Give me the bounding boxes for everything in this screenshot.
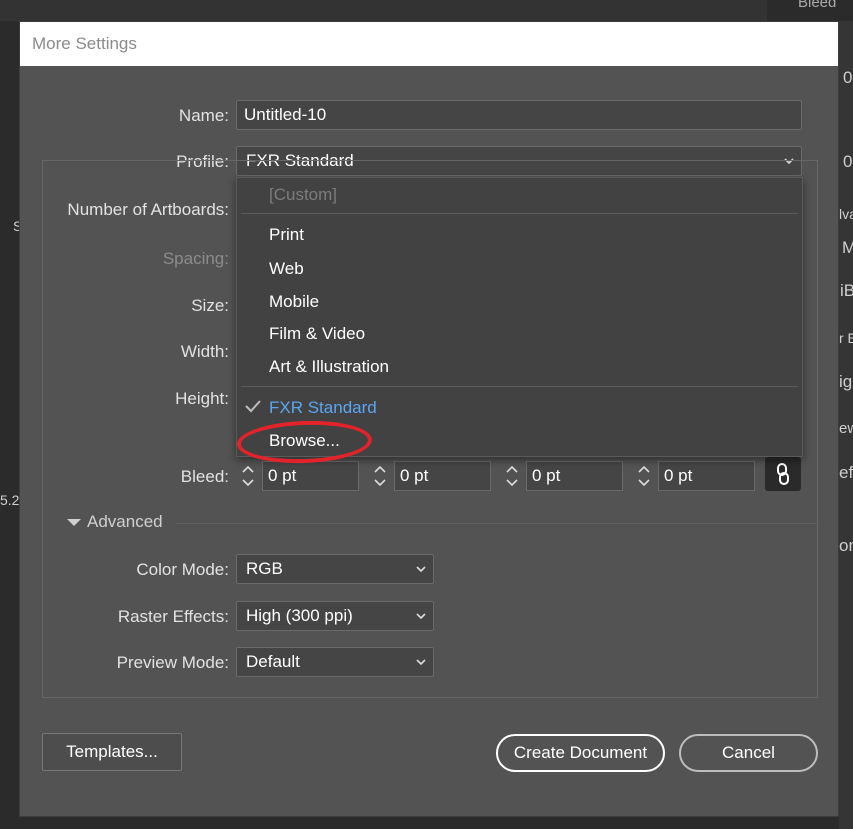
dialog-titlebar: More Settings xyxy=(20,22,838,66)
background-fragment: 0 xyxy=(843,68,853,87)
menu-separator xyxy=(241,386,798,387)
menu-item-print[interactable]: Print xyxy=(269,225,304,245)
preview-mode-select[interactable]: Default xyxy=(236,647,434,677)
artboards-label: Number of Artboards: xyxy=(67,200,229,219)
background-fragment: efa xyxy=(839,463,853,482)
spacing-label: Spacing: xyxy=(162,249,229,268)
templates-button[interactable]: Templates... xyxy=(42,733,182,771)
bleed-left-input[interactable]: 0 pt xyxy=(526,461,623,491)
background-fragment: igh xyxy=(839,372,853,391)
background-fragment: on xyxy=(839,536,853,555)
bleed-label: Bleed: xyxy=(180,467,229,486)
checkmark-icon xyxy=(245,399,261,413)
create-document-button[interactable]: Create Document xyxy=(496,734,665,772)
advanced-toggle[interactable]: Advanced xyxy=(67,512,163,532)
bleed-top-stepper[interactable] xyxy=(236,461,260,491)
link-bleed-button[interactable] xyxy=(765,457,801,491)
menu-item-film-video[interactable]: Film & Video xyxy=(269,324,365,344)
preview-mode-label: Preview Mode: xyxy=(116,653,229,672)
advanced-divider xyxy=(176,523,818,524)
color-mode-label: Color Mode: xyxy=(136,560,229,579)
more-settings-dialog: More Settings Name: Untitled-10 Profile:… xyxy=(19,21,839,817)
name-label: Name: xyxy=(178,106,229,125)
background-fragment: iB xyxy=(840,281,853,300)
color-mode-value: RGB xyxy=(246,559,283,578)
background-fragment: r E xyxy=(839,330,853,346)
menu-item-fxr-standard[interactable]: FXR Standard xyxy=(269,398,377,418)
raster-effects-value: High (300 ppi) xyxy=(246,606,353,625)
cancel-button[interactable]: Cancel xyxy=(679,734,818,772)
menu-item-mobile[interactable]: Mobile xyxy=(269,292,319,312)
triangle-down-icon xyxy=(67,512,81,532)
background-panel-top xyxy=(0,0,767,21)
height-label: Height: xyxy=(175,389,229,408)
raster-effects-label: Raster Effects: xyxy=(117,607,229,626)
background-bleed-label: Bleed xyxy=(798,0,837,11)
size-label: Size: xyxy=(191,296,229,315)
dialog-title: More Settings xyxy=(32,34,137,53)
chevron-down-icon xyxy=(416,658,426,667)
bleed-bottom-input[interactable]: 0 pt xyxy=(394,461,491,491)
bleed-top-input[interactable]: 0 pt xyxy=(262,461,359,491)
name-input[interactable]: Untitled-10 xyxy=(236,100,802,130)
bleed-right-stepper[interactable] xyxy=(632,461,656,491)
menu-item-browse[interactable]: Browse... xyxy=(269,431,340,451)
link-icon xyxy=(775,463,791,490)
menu-separator xyxy=(241,213,798,214)
profile-dropdown-menu: [Custom] Print Web Mobile Film & Video A… xyxy=(236,177,803,457)
bleed-bottom-stepper[interactable] xyxy=(368,461,392,491)
menu-item-art-illustration[interactable]: Art & Illustration xyxy=(269,357,389,377)
chevron-down-icon xyxy=(416,612,426,621)
width-label: Width: xyxy=(180,342,229,361)
bleed-right-input[interactable]: 0 pt xyxy=(658,461,755,491)
menu-item-web[interactable]: Web xyxy=(269,259,304,279)
background-fragment: ew xyxy=(839,420,853,437)
bleed-left-stepper[interactable] xyxy=(500,461,524,491)
raster-effects-select[interactable]: High (300 ppi) xyxy=(236,601,434,631)
background-fragment: 0 xyxy=(843,152,853,171)
background-fragment: M xyxy=(842,238,853,257)
advanced-label: Advanced xyxy=(87,512,163,531)
chevron-down-icon xyxy=(416,565,426,574)
color-mode-select[interactable]: RGB xyxy=(236,554,434,584)
background-fragment: lva xyxy=(839,206,853,222)
preview-mode-value: Default xyxy=(246,652,300,671)
menu-item-custom: [Custom] xyxy=(269,185,338,204)
